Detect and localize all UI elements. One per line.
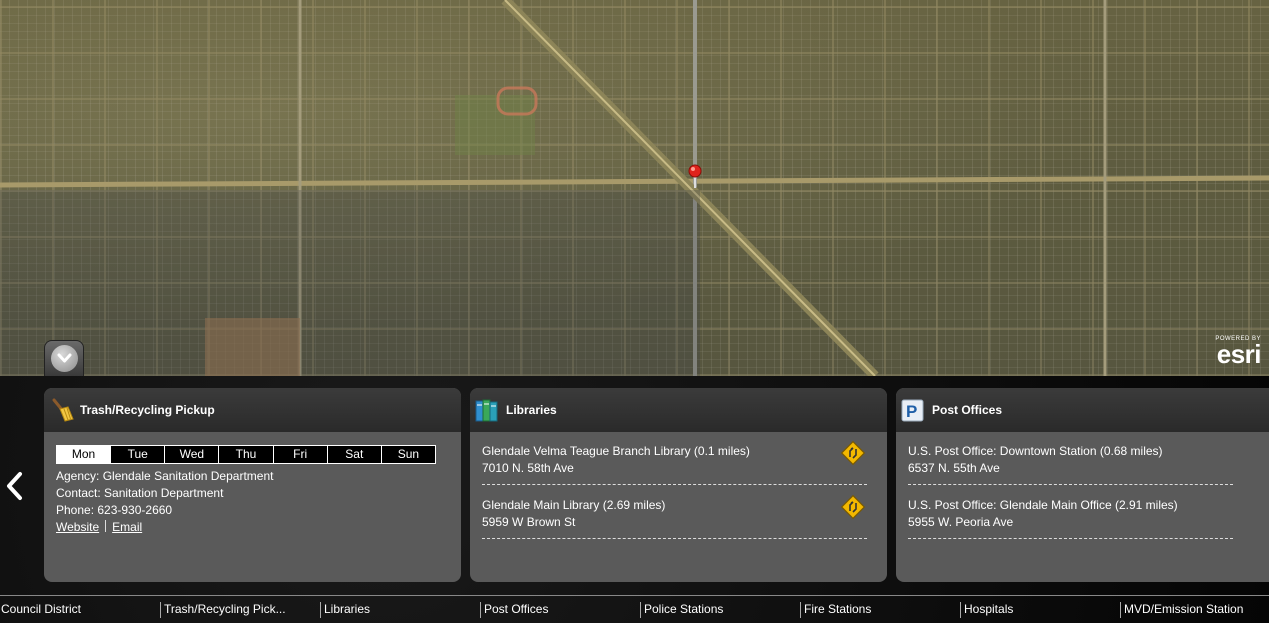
category-tab-bar: Council District Trash/Recycling Pick...… xyxy=(0,595,1269,623)
libraries-card: Libraries Glendale Velma Teague Branch L… xyxy=(470,388,887,582)
tab-label: Libraries xyxy=(324,602,371,616)
chevron-down-icon xyxy=(57,353,72,363)
link-divider xyxy=(105,520,107,532)
tab-divider xyxy=(960,602,961,618)
info-panel: Trash/Recycling Pickup Mon Tue Wed Thu F… xyxy=(0,376,1269,623)
contact-text: Contact: Sanitation Department xyxy=(56,486,224,500)
app: POWERED BY esri Trash/Recycling Pickup M… xyxy=(0,0,1269,623)
library-name[interactable]: Glendale Main Library (2.69 miles) xyxy=(482,497,867,514)
tab-trash-recycling[interactable]: Trash/Recycling Pick... xyxy=(160,596,320,623)
tab-label: Council District xyxy=(1,602,82,616)
satellite-map[interactable]: POWERED BY esri xyxy=(0,0,1269,376)
map-pin-icon[interactable] xyxy=(687,164,703,188)
card-header: Libraries xyxy=(470,388,887,432)
svg-text:P: P xyxy=(906,402,917,421)
tab-label: Fire Stations xyxy=(804,602,872,616)
contact-links: Website Email xyxy=(56,519,449,536)
day-tab-fri[interactable]: Fri xyxy=(273,446,328,463)
post-offices-card: P Post Offices U.S. Post Office: Downtow… xyxy=(896,388,1269,582)
tab-divider xyxy=(1120,602,1121,618)
collapse-panel-button[interactable] xyxy=(44,340,84,376)
tab-label: Trash/Recycling Pick... xyxy=(164,602,286,616)
esri-logo: POWERED BY esri xyxy=(1215,336,1261,368)
tab-divider xyxy=(320,602,321,618)
day-tab-sun[interactable]: Sun xyxy=(381,446,435,463)
tab-mvd-emission[interactable]: MVD/Emission Station xyxy=(1120,596,1269,623)
post-office-icon: P xyxy=(901,399,924,422)
tab-label: MVD/Emission Station xyxy=(1124,602,1244,616)
day-tab-wed[interactable]: Wed xyxy=(165,446,220,463)
directions-icon[interactable] xyxy=(841,441,865,465)
previous-arrow-icon[interactable] xyxy=(3,470,27,502)
tab-divider xyxy=(160,602,161,618)
list-item[interactable]: U.S. Post Office: Glendale Main Office (… xyxy=(908,497,1233,539)
tab-label: Hospitals xyxy=(964,602,1014,616)
list-item[interactable]: Glendale Velma Teague Branch Library (0.… xyxy=(482,441,867,485)
list-item[interactable]: Glendale Main Library (2.69 miles) 5959 … xyxy=(482,495,867,539)
list-item[interactable]: U.S. Post Office: Downtown Station (0.68… xyxy=(908,443,1233,485)
esri-wordmark: esri xyxy=(1216,339,1262,369)
library-name[interactable]: Glendale Velma Teague Branch Library (0.… xyxy=(482,443,867,460)
tab-libraries[interactable]: Libraries xyxy=(320,596,480,623)
tab-post-offices[interactable]: Post Offices xyxy=(480,596,640,623)
tab-hospitals[interactable]: Hospitals xyxy=(960,596,1120,623)
phone-text: Phone: 623-930-2660 xyxy=(56,503,173,517)
tab-divider xyxy=(640,602,641,618)
agency-text: Agency: Glendale Sanitation Department xyxy=(56,469,274,483)
day-tab-thu[interactable]: Thu xyxy=(219,446,274,463)
day-tab-mon[interactable]: Mon xyxy=(57,446,112,463)
trash-recycling-card: Trash/Recycling Pickup Mon Tue Wed Thu F… xyxy=(44,388,461,582)
directions-icon[interactable] xyxy=(841,495,865,519)
tab-fire-stations[interactable]: Fire Stations xyxy=(800,596,960,623)
map-roads xyxy=(0,0,1269,376)
tab-police-stations[interactable]: Police Stations xyxy=(640,596,800,623)
library-address: 7010 N. 58th Ave xyxy=(482,461,574,475)
card-title: Libraries xyxy=(506,403,557,417)
post-office-address: 5955 W. Peoria Ave xyxy=(908,515,1014,529)
card-title: Trash/Recycling Pickup xyxy=(80,403,215,417)
email-link[interactable]: Email xyxy=(112,520,142,534)
card-header: Trash/Recycling Pickup xyxy=(44,388,461,432)
day-tab-sat[interactable]: Sat xyxy=(327,446,382,463)
card-title: Post Offices xyxy=(932,403,1003,417)
books-icon xyxy=(475,399,498,422)
post-office-name[interactable]: U.S. Post Office: Downtown Station (0.68… xyxy=(908,443,1233,460)
card-header: P Post Offices xyxy=(896,388,1269,432)
broom-icon xyxy=(52,398,74,422)
tab-label: Post Offices xyxy=(484,602,549,616)
tab-divider xyxy=(480,602,481,618)
library-address: 5959 W Brown St xyxy=(482,515,576,529)
website-link[interactable]: Website xyxy=(56,520,99,534)
tab-label: Police Stations xyxy=(644,602,724,616)
tab-divider xyxy=(800,602,801,618)
day-tab-tue[interactable]: Tue xyxy=(111,446,166,463)
post-office-address: 6537 N. 55th Ave xyxy=(908,461,1000,475)
post-office-name[interactable]: U.S. Post Office: Glendale Main Office (… xyxy=(908,497,1233,514)
tab-council-district[interactable]: Council District xyxy=(0,596,160,623)
pickup-day-selector: Mon Tue Wed Thu Fri Sat Sun xyxy=(56,445,436,464)
